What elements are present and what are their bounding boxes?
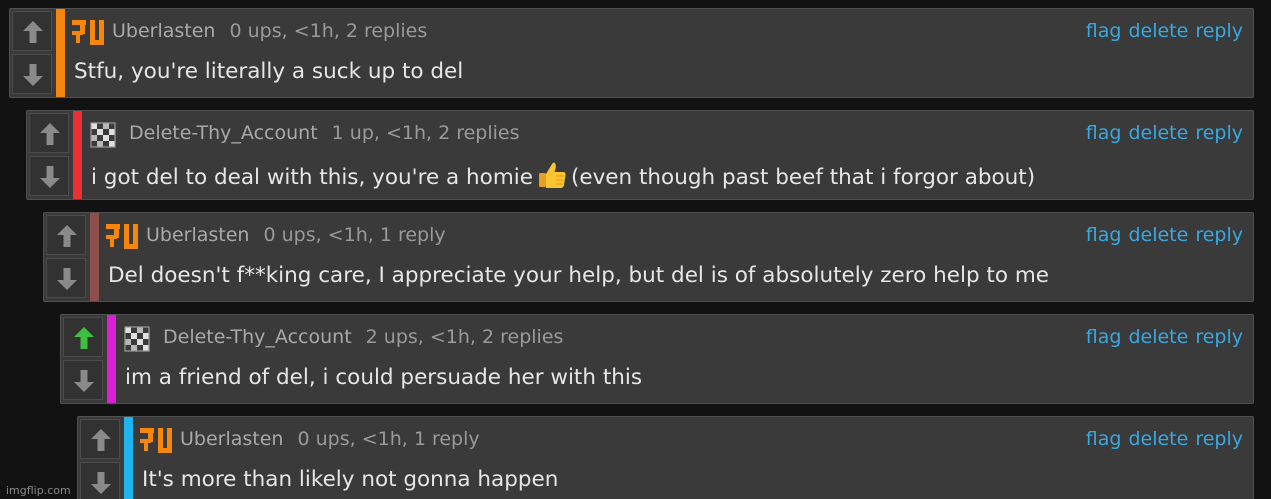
reply-link[interactable]: reply <box>1195 122 1243 144</box>
arrow-down-icon <box>40 166 60 188</box>
arrow-up-icon <box>57 225 77 247</box>
downvote-button[interactable] <box>80 462 120 499</box>
comment-stats: 2 ups, <1h, 2 replies <box>365 326 564 348</box>
reply-link[interactable]: reply <box>1195 326 1243 348</box>
upvote-button[interactable] <box>29 113 69 153</box>
delete-link[interactable]: delete <box>1128 20 1188 42</box>
upvote-button[interactable] <box>12 11 52 51</box>
comment-meta: Uberlasten 0 ups, <1h, 1 reply <box>180 428 480 450</box>
delete-link[interactable]: delete <box>1128 224 1188 246</box>
comment-text: im a friend of del, i could persuade her… <box>125 365 643 390</box>
downvote-button[interactable] <box>29 156 69 196</box>
username-link[interactable]: Delete-Thy_Account <box>163 326 352 348</box>
arrow-down-icon <box>57 268 77 290</box>
thread-depth-bar <box>73 111 82 199</box>
comment-stats: 0 ups, <1h, 2 replies <box>229 20 428 42</box>
username-link[interactable]: Delete-Thy_Account <box>129 122 318 144</box>
arrow-down-icon <box>23 64 43 86</box>
comment-text-start: i got del to deal with this, you're a ho… <box>91 165 533 190</box>
comment-stats: 0 ups, <1h, 1 reply <box>263 224 446 246</box>
watermark: imgflip.com <box>6 484 71 497</box>
comment-actions: flag delete reply <box>1079 20 1243 42</box>
vote-controls <box>78 417 124 499</box>
comment-actions: flag delete reply <box>1079 122 1243 144</box>
comment: Uberlasten 0 ups, <1h, 1 reply flag delete… <box>43 212 1254 302</box>
comment-text: Del doesn't f**king care, I appreciate y… <box>108 263 1050 288</box>
vote-controls <box>10 9 56 97</box>
uberlasten-logo-icon[interactable] <box>70 17 106 49</box>
flag-link[interactable]: flag <box>1086 326 1122 348</box>
delete-link[interactable]: delete <box>1128 428 1188 450</box>
flag-link[interactable]: flag <box>1086 428 1122 450</box>
reply-link[interactable]: reply <box>1195 428 1243 450</box>
arrow-up-icon <box>74 327 94 349</box>
upvote-button[interactable] <box>80 419 120 459</box>
flag-link[interactable]: flag <box>1086 224 1122 246</box>
reply-link[interactable]: reply <box>1195 20 1243 42</box>
comment: Uberlasten 0 ups, <1h, 1 reply flag delete… <box>77 416 1254 499</box>
comment-meta: Delete-Thy_Account 1 up, <1h, 2 replies <box>129 122 520 144</box>
comment: Uberlasten 0 ups, <1h, 2 replies flag dele… <box>9 8 1254 98</box>
comment-text: Stfu, you're literally a suck up to del <box>74 59 464 84</box>
upvote-button[interactable] <box>46 215 86 255</box>
username-link[interactable]: Uberlasten <box>146 224 249 246</box>
thread-depth-bar <box>107 315 116 403</box>
vote-controls <box>44 213 90 301</box>
flag-link[interactable]: flag <box>1086 122 1122 144</box>
delete-link[interactable]: delete <box>1128 326 1188 348</box>
comment-actions: flag delete reply <box>1079 428 1243 450</box>
downvote-button[interactable] <box>46 258 86 298</box>
delete-link[interactable]: delete <box>1128 122 1188 144</box>
vote-controls <box>27 111 73 199</box>
comment-stats: 0 ups, <1h, 1 reply <box>297 428 480 450</box>
comment-text-end: (even though past beef that i forgor abo… <box>570 165 1036 190</box>
arrow-up-icon <box>91 429 111 451</box>
comment-actions: flag delete reply <box>1079 224 1243 246</box>
comment-thread: Uberlasten 0 ups, <1h, 2 replies flag dele… <box>0 0 1271 499</box>
uberlasten-logo-icon[interactable] <box>104 221 140 253</box>
arrow-down-icon <box>74 370 94 392</box>
thumbs-up-icon <box>538 162 566 188</box>
checker-avatar-icon[interactable] <box>121 323 157 355</box>
upvote-button[interactable] <box>63 317 103 357</box>
username-link[interactable]: Uberlasten <box>180 428 283 450</box>
comment-meta: Uberlasten 0 ups, <1h, 1 reply <box>146 224 446 246</box>
thread-depth-bar <box>90 213 99 301</box>
arrow-down-icon <box>91 472 111 494</box>
thread-depth-bar <box>124 417 133 499</box>
downvote-button[interactable] <box>12 54 52 94</box>
flag-link[interactable]: flag <box>1086 20 1122 42</box>
comment: Delete-Thy_Account 1 up, <1h, 2 replies f… <box>26 110 1254 200</box>
thread-depth-bar <box>56 9 65 97</box>
comment-text: It's more than likely not gonna happen <box>142 467 559 492</box>
vote-controls <box>61 315 107 403</box>
comment-text: i got del to deal with this, you're a ho… <box>91 161 1035 190</box>
comment-meta: Uberlasten 0 ups, <1h, 2 replies <box>112 20 427 42</box>
username-link[interactable]: Uberlasten <box>112 20 215 42</box>
comment: Delete-Thy_Account 2 ups, <1h, 2 replies … <box>60 314 1254 404</box>
comment-stats: 1 up, <1h, 2 replies <box>331 122 520 144</box>
comment-actions: flag delete reply <box>1079 326 1243 348</box>
uberlasten-logo-icon[interactable] <box>138 425 174 457</box>
checker-avatar-icon[interactable] <box>87 119 123 151</box>
downvote-button[interactable] <box>63 360 103 400</box>
reply-link[interactable]: reply <box>1195 224 1243 246</box>
comment-meta: Delete-Thy_Account 2 ups, <1h, 2 replies <box>163 326 563 348</box>
arrow-up-icon <box>23 21 43 43</box>
arrow-up-icon <box>40 123 60 145</box>
